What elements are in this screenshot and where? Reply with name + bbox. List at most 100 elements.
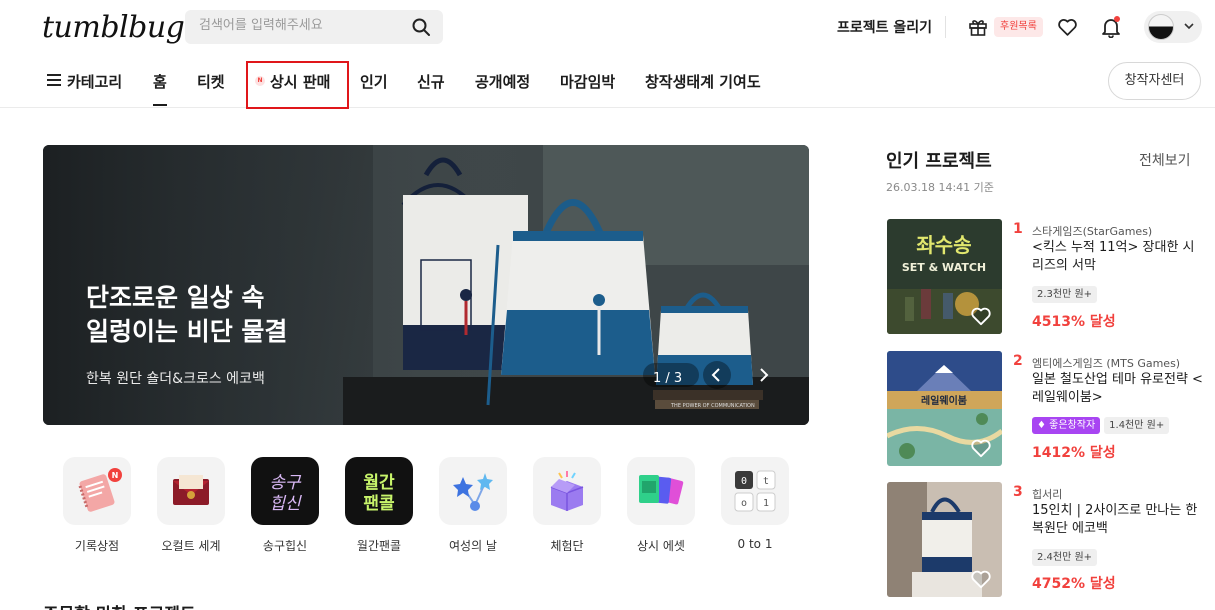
funding-rate: 1412% 달성: [1032, 445, 1116, 461]
svg-text:t: t: [763, 476, 769, 487]
nav-closing-soon[interactable]: 마감임박: [560, 71, 615, 92]
shortcut-zero-to-one[interactable]: 0 t o 1 0 to 1: [715, 457, 795, 551]
heart-icon[interactable]: [970, 306, 992, 326]
keyboard-keys-icon: 0 t o 1: [721, 457, 789, 525]
shortcut-songgu-hipsin[interactable]: 송구 힙신 송구힙신: [245, 457, 325, 554]
cards-icon: [627, 457, 695, 525]
nav-popular[interactable]: 인기: [360, 71, 388, 92]
project-maker[interactable]: 스타게임즈(StarGames): [1032, 223, 1152, 239]
page: tumblbug 프로젝트 올리기 후원목록 카테고리 홈 티켓 N 상시 판매…: [0, 0, 1215, 610]
shortcut-record-shop[interactable]: N 기록상점: [57, 457, 137, 554]
thumbnail-title: 레일웨이붐: [921, 394, 967, 407]
shortcut-label: 기록상점: [74, 539, 120, 553]
funding-rate: 4752% 달성: [1032, 576, 1116, 592]
project-rank: 3: [1013, 484, 1023, 500]
nav-new[interactable]: 신규: [417, 71, 445, 92]
shortcut-experience-group[interactable]: 체험단: [527, 457, 607, 554]
project-thumbnail[interactable]: [887, 482, 1002, 597]
thumbnail-subtitle: SET & WATCH: [902, 261, 986, 274]
active-tab-indicator: [153, 104, 167, 106]
svg-text:o: o: [741, 498, 747, 509]
shortcut-label: 체험단: [550, 539, 584, 553]
nav-upcoming[interactable]: 공개예정: [475, 71, 530, 92]
avatar: [1148, 14, 1174, 40]
sponsor-list-badge[interactable]: 후원목록: [994, 17, 1043, 37]
svg-text:N: N: [112, 471, 119, 480]
popular-project-item[interactable]: 3 힙서리 15인치 | 2사이즈로 만나는 한복원단 에코백 2.4천만 원+…: [887, 482, 1207, 597]
amount-tag: 2.3천만 원+: [1032, 286, 1098, 303]
shortcut-label: 월간팬콜: [356, 539, 402, 553]
popular-project-item[interactable]: 좌수송 SET & WATCH 1 스타게임즈(StarGames) <킥스 누적…: [887, 219, 1207, 334]
upload-project-link[interactable]: 프로젝트 올리기: [837, 17, 932, 37]
shortcut-label: 송구힙신: [262, 539, 308, 553]
shortcut-label: 여성의 날: [449, 539, 497, 553]
project-title[interactable]: 15인치 | 2사이즈로 만나는 한복원단 에코백: [1032, 502, 1204, 538]
project-tags: 2.3천만 원+: [1032, 286, 1098, 303]
notebook-icon: N: [63, 457, 131, 525]
popular-timestamp: 26.03.18 14:41 기준: [886, 181, 994, 194]
chevron-right-icon[interactable]: [752, 364, 774, 386]
svg-text:0: 0: [741, 476, 747, 487]
shortcut-womens-day[interactable]: 여성의 날: [433, 457, 513, 554]
heart-icon[interactable]: [1057, 17, 1078, 37]
popular-projects-title: 인기 프로젝트: [886, 151, 992, 172]
nav-home[interactable]: 홈: [153, 71, 167, 92]
search-bar[interactable]: [185, 10, 443, 44]
banner-page-counter: 1 / 3: [653, 371, 683, 386]
tumblbug-logo[interactable]: tumblbug: [42, 10, 185, 45]
project-thumbnail[interactable]: 좌수송 SET & WATCH: [887, 219, 1002, 334]
view-all-link[interactable]: 전체보기: [1139, 150, 1191, 170]
popular-project-item[interactable]: 레일웨이붐 2 엠티에스게임즈 (MTS Games) 일본 철도산업 테마 유…: [887, 351, 1207, 466]
thumbnail-title: 좌수송: [916, 233, 971, 257]
profile-menu[interactable]: [1144, 11, 1202, 43]
project-maker[interactable]: 엠티에스게임즈 (MTS Games): [1032, 355, 1180, 371]
gift-icon[interactable]: [968, 17, 988, 37]
creator-center-button[interactable]: 창작자센터: [1108, 62, 1201, 100]
shortcut-label: 0 to 1: [737, 537, 773, 551]
amount-tag: 2.4천만 원+: [1032, 549, 1098, 566]
heart-icon[interactable]: [970, 569, 992, 589]
nav-creator-ecosystem[interactable]: 창작생태계 기여도: [645, 71, 761, 92]
banner-title-line-2: 일렁이는 비단 물결: [86, 317, 288, 346]
svg-text:월간: 월간: [363, 473, 395, 493]
chevron-down-icon: [1184, 23, 1194, 30]
highlight-box: [246, 61, 349, 109]
hamburger-icon[interactable]: [47, 74, 61, 86]
gift-box-icon: [533, 457, 601, 525]
nav-category[interactable]: 카테고리: [67, 71, 122, 92]
project-maker[interactable]: 힙서리: [1032, 486, 1062, 502]
svg-text:송구: 송구: [269, 473, 302, 493]
heart-icon[interactable]: [970, 438, 992, 458]
shortcut-always-assets[interactable]: 상시 에셋: [621, 457, 701, 554]
svg-text:팬콜: 팬콜: [363, 494, 395, 514]
shortcut-occult-world[interactable]: 오컬트 세계: [151, 457, 231, 554]
main-nav: 카테고리 홈 티켓 N 상시 판매 인기 신규 공개예정 마감임박 창작생태계 …: [0, 56, 1215, 109]
banner-subtitle: 한복 원단 숄더&크로스 에코백: [86, 371, 265, 387]
shortcut-monthly-fancall[interactable]: 월간 팬콜 월간팬콜: [339, 457, 419, 554]
search-icon[interactable]: [411, 17, 431, 37]
svg-text:힙신: 힙신: [269, 494, 302, 514]
project-tags: 2.4천만 원+: [1032, 549, 1098, 566]
banner-title-line-1: 단조로운 일상 속: [86, 283, 265, 312]
header: tumblbug 프로젝트 올리기 후원목록: [0, 0, 1215, 56]
nav-ticket[interactable]: 티켓: [197, 71, 225, 92]
shortcut-label: 상시 에셋: [637, 539, 685, 553]
stars-icon: [439, 457, 507, 525]
svg-text:1: 1: [763, 498, 769, 509]
envelope-icon: [157, 457, 225, 525]
amount-tag: 1.4천만 원+: [1104, 417, 1170, 434]
shortcut-label: 오컬트 세계: [161, 539, 221, 553]
chevron-left-icon[interactable]: [706, 364, 728, 386]
notification-dot: [1114, 16, 1120, 22]
project-thumbnail[interactable]: 레일웨이붐: [887, 351, 1002, 466]
search-input[interactable]: [199, 18, 399, 33]
project-rank: 1: [1013, 221, 1023, 237]
project-title[interactable]: <킥스 누적 11억> 장대한 시리즈의 서막: [1032, 239, 1204, 275]
funding-rate: 4513% 달성: [1032, 314, 1116, 330]
project-title[interactable]: 일본 철도산업 테마 유로전략 <레일웨이붐>: [1032, 371, 1204, 407]
hero-banner[interactable]: THE POWER OF COMMUNICATION 단조로운 일상 속 일렁이…: [43, 145, 809, 425]
project-rank: 2: [1013, 353, 1023, 369]
section-title: 주목할 만한 프로젝트: [43, 600, 196, 610]
good-creator-badge: ♦ 좋은창작자: [1032, 417, 1101, 434]
project-tags: ♦ 좋은창작자 1.4천만 원+: [1032, 417, 1170, 434]
